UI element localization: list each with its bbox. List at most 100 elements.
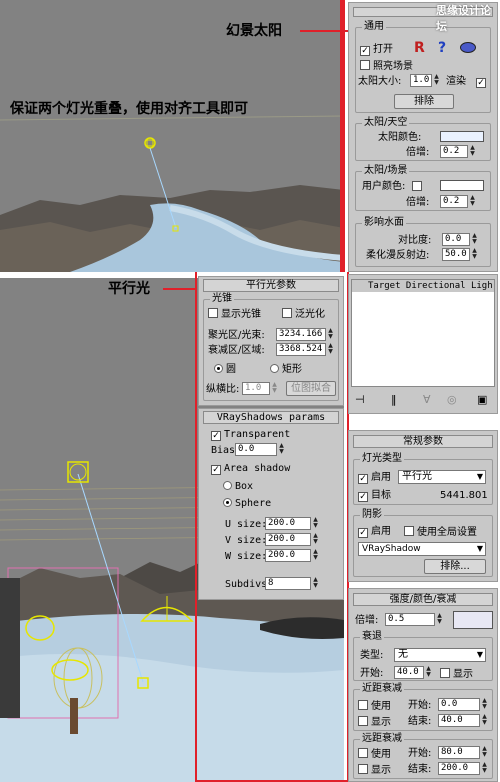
sun-on-checkbox[interactable]: ✓ 打开 [360, 44, 393, 56]
sun-exclude-button[interactable]: 排除 [394, 94, 454, 109]
near-show-checkbox[interactable]: 显示 [358, 716, 391, 729]
decay-show-checkbox[interactable]: 显示 [440, 668, 473, 681]
vsize-field[interactable]: 200.0 [265, 533, 311, 546]
parallel-callout: 平行光 [108, 281, 150, 297]
configure-sets-icon[interactable]: ▣ [477, 393, 487, 406]
intensity-mult-field[interactable]: 0.5 [385, 613, 435, 626]
diffuse-field[interactable]: 50.0 [442, 248, 470, 261]
show-cone-label: 显示光锥 [221, 309, 261, 320]
near-end-spinner[interactable]: ▲ ▼ [481, 714, 488, 727]
rect-radio[interactable]: 矩形 [270, 364, 302, 376]
render-label: 渲染 [446, 76, 466, 87]
far-use-checkbox[interactable]: 使用 [358, 748, 391, 761]
bias-field[interactable]: 0.0 [235, 443, 277, 456]
intensity-rollout-header[interactable]: 强度/颜色/衰减 [353, 593, 493, 606]
aspect-spinner[interactable]: ▲ ▼ [271, 382, 278, 395]
intensity-mult-spinner[interactable]: ▲ ▼ [436, 613, 443, 626]
light-enable-checkbox[interactable]: ✓ 启用 [358, 472, 391, 484]
light-color-swatch[interactable] [453, 611, 493, 629]
far-end-label: 结束: [408, 764, 432, 775]
target-checkbox[interactable]: ✓ 目标 [358, 490, 391, 502]
box-radio[interactable]: Box [223, 481, 253, 493]
contrast-spinner[interactable]: ▲ ▼ [471, 233, 478, 246]
exclude-lighting-checkbox[interactable]: 照亮场景 [360, 60, 413, 73]
sun-sky-group: 太阳/天空 太阳颜色: 倍增: 0.2 ▲ ▼ [355, 117, 491, 161]
wsize-spinner[interactable]: ▲ ▼ [312, 549, 319, 562]
render-checkbox[interactable]: ✓ [476, 76, 489, 88]
light-type-dropdown[interactable]: 平行光 [398, 470, 486, 484]
scene-mult-field[interactable]: 0.2 [440, 195, 468, 208]
aspect-field[interactable]: 1.0 [242, 382, 270, 395]
bitmap-fit-button[interactable]: 位图拟合 [286, 381, 336, 396]
falloff-field[interactable]: 3368.524 [276, 343, 326, 356]
exclude-lighting-label: 照亮场景 [373, 61, 413, 72]
far-end-field[interactable]: 200.0 [438, 762, 480, 775]
usize-spinner[interactable]: ▲ ▼ [312, 517, 319, 530]
help-icon[interactable]: ? [438, 40, 446, 56]
user-color-swatch[interactable] [440, 180, 484, 191]
near-start-field[interactable]: 0.0 [438, 698, 480, 711]
contrast-field[interactable]: 0.0 [442, 233, 470, 246]
shadow-type-dropdown[interactable]: VRayShadow [358, 542, 486, 556]
water-label: 影响水面 [362, 217, 406, 229]
shadow-enable-checkbox[interactable]: ✓ 启用 [358, 526, 391, 538]
sun-mult-spinner[interactable]: ▲ ▼ [469, 145, 476, 158]
general-exclude-button[interactable]: 排除... [424, 559, 486, 574]
common-group: 通用 ✓ 打开 R ? 照亮场景 太阳大小: 1.0 ▲ ▼ 渲染 ✓ 排除 [355, 21, 491, 113]
falloff-spinner[interactable]: ▲ ▼ [327, 343, 334, 356]
sphere-radio[interactable]: Sphere [223, 498, 271, 510]
diffuse-spinner[interactable]: ▲ ▼ [471, 248, 478, 261]
global-settings-checkbox[interactable]: 使用全局设置 [404, 526, 477, 539]
area-shadow-checkbox[interactable]: ✓ Area shadow [211, 463, 290, 475]
remove-modifier-icon[interactable]: ◎ [447, 393, 457, 406]
modifier-list-item[interactable]: Target Directional Ligh [352, 280, 494, 292]
near-start-spinner[interactable]: ▲ ▼ [481, 698, 488, 711]
sun-size-field[interactable]: 1.0 [410, 74, 432, 87]
sun-r-icon[interactable]: R [414, 40, 425, 56]
hotspot-field[interactable]: 3234.166 [276, 328, 326, 341]
sun-disk-icon[interactable] [460, 42, 476, 53]
scene-mult-label: 倍增: [406, 197, 430, 208]
decay-type-dropdown[interactable]: 无 [394, 648, 486, 662]
overshoot-checkbox[interactable]: 泛光化 [282, 308, 325, 321]
make-unique-icon[interactable]: ∀ [423, 393, 431, 406]
sun-color-swatch[interactable] [440, 131, 484, 142]
bias-spinner[interactable]: ▲ ▼ [278, 443, 285, 456]
far-start-label: 开始: [408, 748, 432, 759]
usize-field[interactable]: 200.0 [265, 517, 311, 530]
sun-on-label: 打开 [373, 44, 393, 55]
sun-size-spinner[interactable]: ▲ ▼ [433, 74, 440, 87]
far-end-spinner[interactable]: ▲ ▼ [481, 762, 488, 775]
light-enable-label: 启用 [371, 472, 391, 483]
vsize-spinner[interactable]: ▲ ▼ [312, 533, 319, 546]
subdivs-field[interactable]: 8 [265, 577, 311, 590]
show-cone-checkbox[interactable]: 显示光锥 [208, 308, 261, 321]
show-end-result-icon[interactable]: ‖ [391, 393, 397, 406]
scene-mult-spinner[interactable]: ▲ ▼ [469, 195, 476, 208]
general-rollout-header[interactable]: 常规参数 [353, 435, 493, 448]
near-end-field[interactable]: 40.0 [438, 714, 480, 727]
sun-mult-field[interactable]: 0.2 [440, 145, 468, 158]
decay-start-field[interactable]: 40.0 [394, 666, 424, 679]
wsize-field[interactable]: 200.0 [265, 549, 311, 562]
near-atten-label: 近距衰减 [360, 683, 404, 695]
hotspot-spinner[interactable]: ▲ ▼ [327, 328, 334, 341]
modifier-list[interactable]: Target Directional Ligh [351, 279, 495, 387]
circle-radio[interactable]: 圆 [214, 364, 236, 376]
wsize-label: W size: [225, 551, 268, 562]
target-label: 目标 [371, 490, 391, 501]
transparent-checkbox[interactable]: ✓ Transparent [211, 429, 290, 441]
top-viewport[interactable] [0, 0, 344, 272]
vray-rollout-header[interactable]: VRayShadows params [203, 411, 339, 424]
sun-panel: 通用 ✓ 打开 R ? 照亮场景 太阳大小: 1.0 ▲ ▼ 渲染 ✓ 排除 太阳/… [348, 2, 498, 272]
aspect-label: 纵横比: [206, 384, 240, 395]
decay-start-spinner[interactable]: ▲ ▼ [425, 666, 432, 679]
pin-stack-icon[interactable]: ⊣ [355, 393, 365, 406]
subdivs-spinner[interactable]: ▲ ▼ [312, 577, 319, 590]
user-color-checkbox[interactable] [412, 181, 425, 194]
far-start-field[interactable]: 80.0 [438, 746, 480, 759]
near-use-checkbox[interactable]: 使用 [358, 700, 391, 713]
directional-rollout-header[interactable]: 平行光参数 [203, 279, 339, 292]
far-show-checkbox[interactable]: 显示 [358, 764, 391, 777]
far-start-spinner[interactable]: ▲ ▼ [481, 746, 488, 759]
